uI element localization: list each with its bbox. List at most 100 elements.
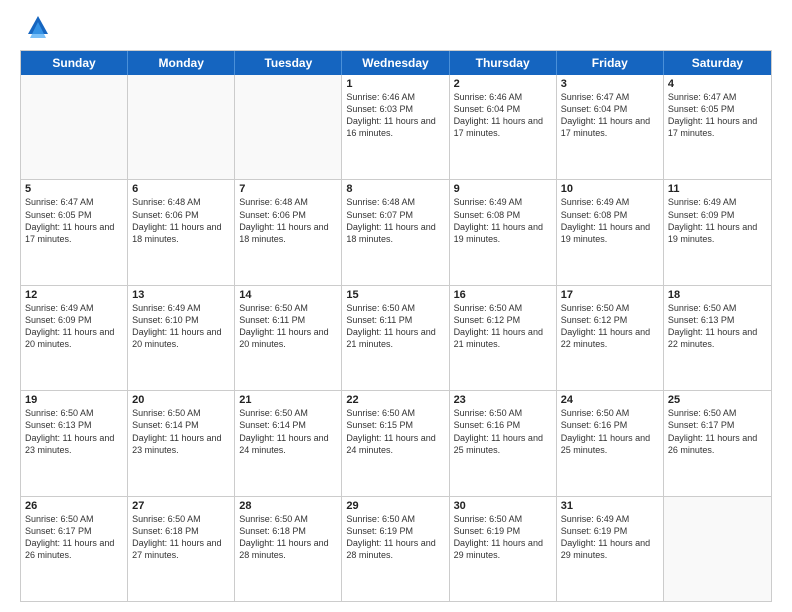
- day-info: Sunrise: 6:50 AM Sunset: 6:14 PM Dayligh…: [132, 407, 230, 456]
- day-number: 4: [668, 78, 767, 90]
- day-info: Sunrise: 6:49 AM Sunset: 6:09 PM Dayligh…: [668, 196, 767, 245]
- day-info: Sunrise: 6:50 AM Sunset: 6:16 PM Dayligh…: [454, 407, 552, 456]
- day-info: Sunrise: 6:46 AM Sunset: 6:03 PM Dayligh…: [346, 91, 444, 140]
- day-cell-30: 30Sunrise: 6:50 AM Sunset: 6:19 PM Dayli…: [450, 497, 557, 601]
- day-number: 28: [239, 500, 337, 512]
- calendar-row-2: 5Sunrise: 6:47 AM Sunset: 6:05 PM Daylig…: [21, 180, 771, 285]
- day-number: 15: [346, 289, 444, 301]
- day-number: 13: [132, 289, 230, 301]
- day-cell-2: 2Sunrise: 6:46 AM Sunset: 6:04 PM Daylig…: [450, 75, 557, 179]
- calendar-header: SundayMondayTuesdayWednesdayThursdayFrid…: [21, 51, 771, 75]
- day-cell-20: 20Sunrise: 6:50 AM Sunset: 6:14 PM Dayli…: [128, 391, 235, 495]
- weekday-header-wednesday: Wednesday: [342, 51, 449, 75]
- day-info: Sunrise: 6:50 AM Sunset: 6:18 PM Dayligh…: [132, 513, 230, 562]
- day-cell-6: 6Sunrise: 6:48 AM Sunset: 6:06 PM Daylig…: [128, 180, 235, 284]
- page: SundayMondayTuesdayWednesdayThursdayFrid…: [0, 0, 792, 612]
- day-cell-3: 3Sunrise: 6:47 AM Sunset: 6:04 PM Daylig…: [557, 75, 664, 179]
- day-number: 10: [561, 183, 659, 195]
- logo: [20, 16, 52, 40]
- day-info: Sunrise: 6:50 AM Sunset: 6:12 PM Dayligh…: [561, 302, 659, 351]
- day-info: Sunrise: 6:46 AM Sunset: 6:04 PM Dayligh…: [454, 91, 552, 140]
- calendar-row-4: 19Sunrise: 6:50 AM Sunset: 6:13 PM Dayli…: [21, 391, 771, 496]
- day-number: 20: [132, 394, 230, 406]
- day-info: Sunrise: 6:47 AM Sunset: 6:05 PM Dayligh…: [668, 91, 767, 140]
- day-info: Sunrise: 6:49 AM Sunset: 6:08 PM Dayligh…: [561, 196, 659, 245]
- day-cell-19: 19Sunrise: 6:50 AM Sunset: 6:13 PM Dayli…: [21, 391, 128, 495]
- day-cell-4: 4Sunrise: 6:47 AM Sunset: 6:05 PM Daylig…: [664, 75, 771, 179]
- empty-cell-0-0: [21, 75, 128, 179]
- day-info: Sunrise: 6:50 AM Sunset: 6:11 PM Dayligh…: [346, 302, 444, 351]
- day-cell-28: 28Sunrise: 6:50 AM Sunset: 6:18 PM Dayli…: [235, 497, 342, 601]
- day-info: Sunrise: 6:50 AM Sunset: 6:18 PM Dayligh…: [239, 513, 337, 562]
- day-number: 9: [454, 183, 552, 195]
- day-info: Sunrise: 6:50 AM Sunset: 6:19 PM Dayligh…: [454, 513, 552, 562]
- day-cell-7: 7Sunrise: 6:48 AM Sunset: 6:06 PM Daylig…: [235, 180, 342, 284]
- day-number: 23: [454, 394, 552, 406]
- empty-cell-0-2: [235, 75, 342, 179]
- day-cell-10: 10Sunrise: 6:49 AM Sunset: 6:08 PM Dayli…: [557, 180, 664, 284]
- day-number: 14: [239, 289, 337, 301]
- day-cell-11: 11Sunrise: 6:49 AM Sunset: 6:09 PM Dayli…: [664, 180, 771, 284]
- calendar-body: 1Sunrise: 6:46 AM Sunset: 6:03 PM Daylig…: [21, 75, 771, 601]
- day-info: Sunrise: 6:48 AM Sunset: 6:06 PM Dayligh…: [132, 196, 230, 245]
- day-number: 26: [25, 500, 123, 512]
- day-number: 3: [561, 78, 659, 90]
- day-number: 12: [25, 289, 123, 301]
- day-info: Sunrise: 6:50 AM Sunset: 6:12 PM Dayligh…: [454, 302, 552, 351]
- day-number: 11: [668, 183, 767, 195]
- day-cell-17: 17Sunrise: 6:50 AM Sunset: 6:12 PM Dayli…: [557, 286, 664, 390]
- day-info: Sunrise: 6:49 AM Sunset: 6:09 PM Dayligh…: [25, 302, 123, 351]
- calendar-row-5: 26Sunrise: 6:50 AM Sunset: 6:17 PM Dayli…: [21, 497, 771, 601]
- calendar-row-3: 12Sunrise: 6:49 AM Sunset: 6:09 PM Dayli…: [21, 286, 771, 391]
- day-number: 21: [239, 394, 337, 406]
- logo-icon: [24, 12, 52, 40]
- weekday-header-thursday: Thursday: [450, 51, 557, 75]
- day-cell-15: 15Sunrise: 6:50 AM Sunset: 6:11 PM Dayli…: [342, 286, 449, 390]
- day-cell-21: 21Sunrise: 6:50 AM Sunset: 6:14 PM Dayli…: [235, 391, 342, 495]
- day-number: 17: [561, 289, 659, 301]
- day-cell-23: 23Sunrise: 6:50 AM Sunset: 6:16 PM Dayli…: [450, 391, 557, 495]
- day-cell-5: 5Sunrise: 6:47 AM Sunset: 6:05 PM Daylig…: [21, 180, 128, 284]
- day-cell-18: 18Sunrise: 6:50 AM Sunset: 6:13 PM Dayli…: [664, 286, 771, 390]
- calendar-row-1: 1Sunrise: 6:46 AM Sunset: 6:03 PM Daylig…: [21, 75, 771, 180]
- day-cell-9: 9Sunrise: 6:49 AM Sunset: 6:08 PM Daylig…: [450, 180, 557, 284]
- day-info: Sunrise: 6:50 AM Sunset: 6:15 PM Dayligh…: [346, 407, 444, 456]
- day-cell-31: 31Sunrise: 6:49 AM Sunset: 6:19 PM Dayli…: [557, 497, 664, 601]
- day-cell-26: 26Sunrise: 6:50 AM Sunset: 6:17 PM Dayli…: [21, 497, 128, 601]
- day-info: Sunrise: 6:49 AM Sunset: 6:08 PM Dayligh…: [454, 196, 552, 245]
- header: [20, 16, 772, 40]
- day-info: Sunrise: 6:49 AM Sunset: 6:10 PM Dayligh…: [132, 302, 230, 351]
- day-number: 2: [454, 78, 552, 90]
- day-number: 24: [561, 394, 659, 406]
- day-number: 25: [668, 394, 767, 406]
- day-number: 16: [454, 289, 552, 301]
- day-cell-25: 25Sunrise: 6:50 AM Sunset: 6:17 PM Dayli…: [664, 391, 771, 495]
- day-cell-27: 27Sunrise: 6:50 AM Sunset: 6:18 PM Dayli…: [128, 497, 235, 601]
- day-cell-1: 1Sunrise: 6:46 AM Sunset: 6:03 PM Daylig…: [342, 75, 449, 179]
- day-cell-13: 13Sunrise: 6:49 AM Sunset: 6:10 PM Dayli…: [128, 286, 235, 390]
- day-cell-14: 14Sunrise: 6:50 AM Sunset: 6:11 PM Dayli…: [235, 286, 342, 390]
- day-cell-24: 24Sunrise: 6:50 AM Sunset: 6:16 PM Dayli…: [557, 391, 664, 495]
- day-cell-8: 8Sunrise: 6:48 AM Sunset: 6:07 PM Daylig…: [342, 180, 449, 284]
- day-number: 18: [668, 289, 767, 301]
- calendar: SundayMondayTuesdayWednesdayThursdayFrid…: [20, 50, 772, 602]
- day-number: 31: [561, 500, 659, 512]
- day-info: Sunrise: 6:49 AM Sunset: 6:19 PM Dayligh…: [561, 513, 659, 562]
- day-info: Sunrise: 6:50 AM Sunset: 6:11 PM Dayligh…: [239, 302, 337, 351]
- day-number: 27: [132, 500, 230, 512]
- day-number: 29: [346, 500, 444, 512]
- day-number: 5: [25, 183, 123, 195]
- weekday-header-friday: Friday: [557, 51, 664, 75]
- day-cell-22: 22Sunrise: 6:50 AM Sunset: 6:15 PM Dayli…: [342, 391, 449, 495]
- day-cell-16: 16Sunrise: 6:50 AM Sunset: 6:12 PM Dayli…: [450, 286, 557, 390]
- day-info: Sunrise: 6:50 AM Sunset: 6:13 PM Dayligh…: [668, 302, 767, 351]
- day-info: Sunrise: 6:50 AM Sunset: 6:17 PM Dayligh…: [25, 513, 123, 562]
- day-info: Sunrise: 6:50 AM Sunset: 6:13 PM Dayligh…: [25, 407, 123, 456]
- day-info: Sunrise: 6:50 AM Sunset: 6:14 PM Dayligh…: [239, 407, 337, 456]
- empty-cell-4-6: [664, 497, 771, 601]
- weekday-header-sunday: Sunday: [21, 51, 128, 75]
- day-info: Sunrise: 6:50 AM Sunset: 6:19 PM Dayligh…: [346, 513, 444, 562]
- day-info: Sunrise: 6:50 AM Sunset: 6:17 PM Dayligh…: [668, 407, 767, 456]
- day-cell-12: 12Sunrise: 6:49 AM Sunset: 6:09 PM Dayli…: [21, 286, 128, 390]
- weekday-header-saturday: Saturday: [664, 51, 771, 75]
